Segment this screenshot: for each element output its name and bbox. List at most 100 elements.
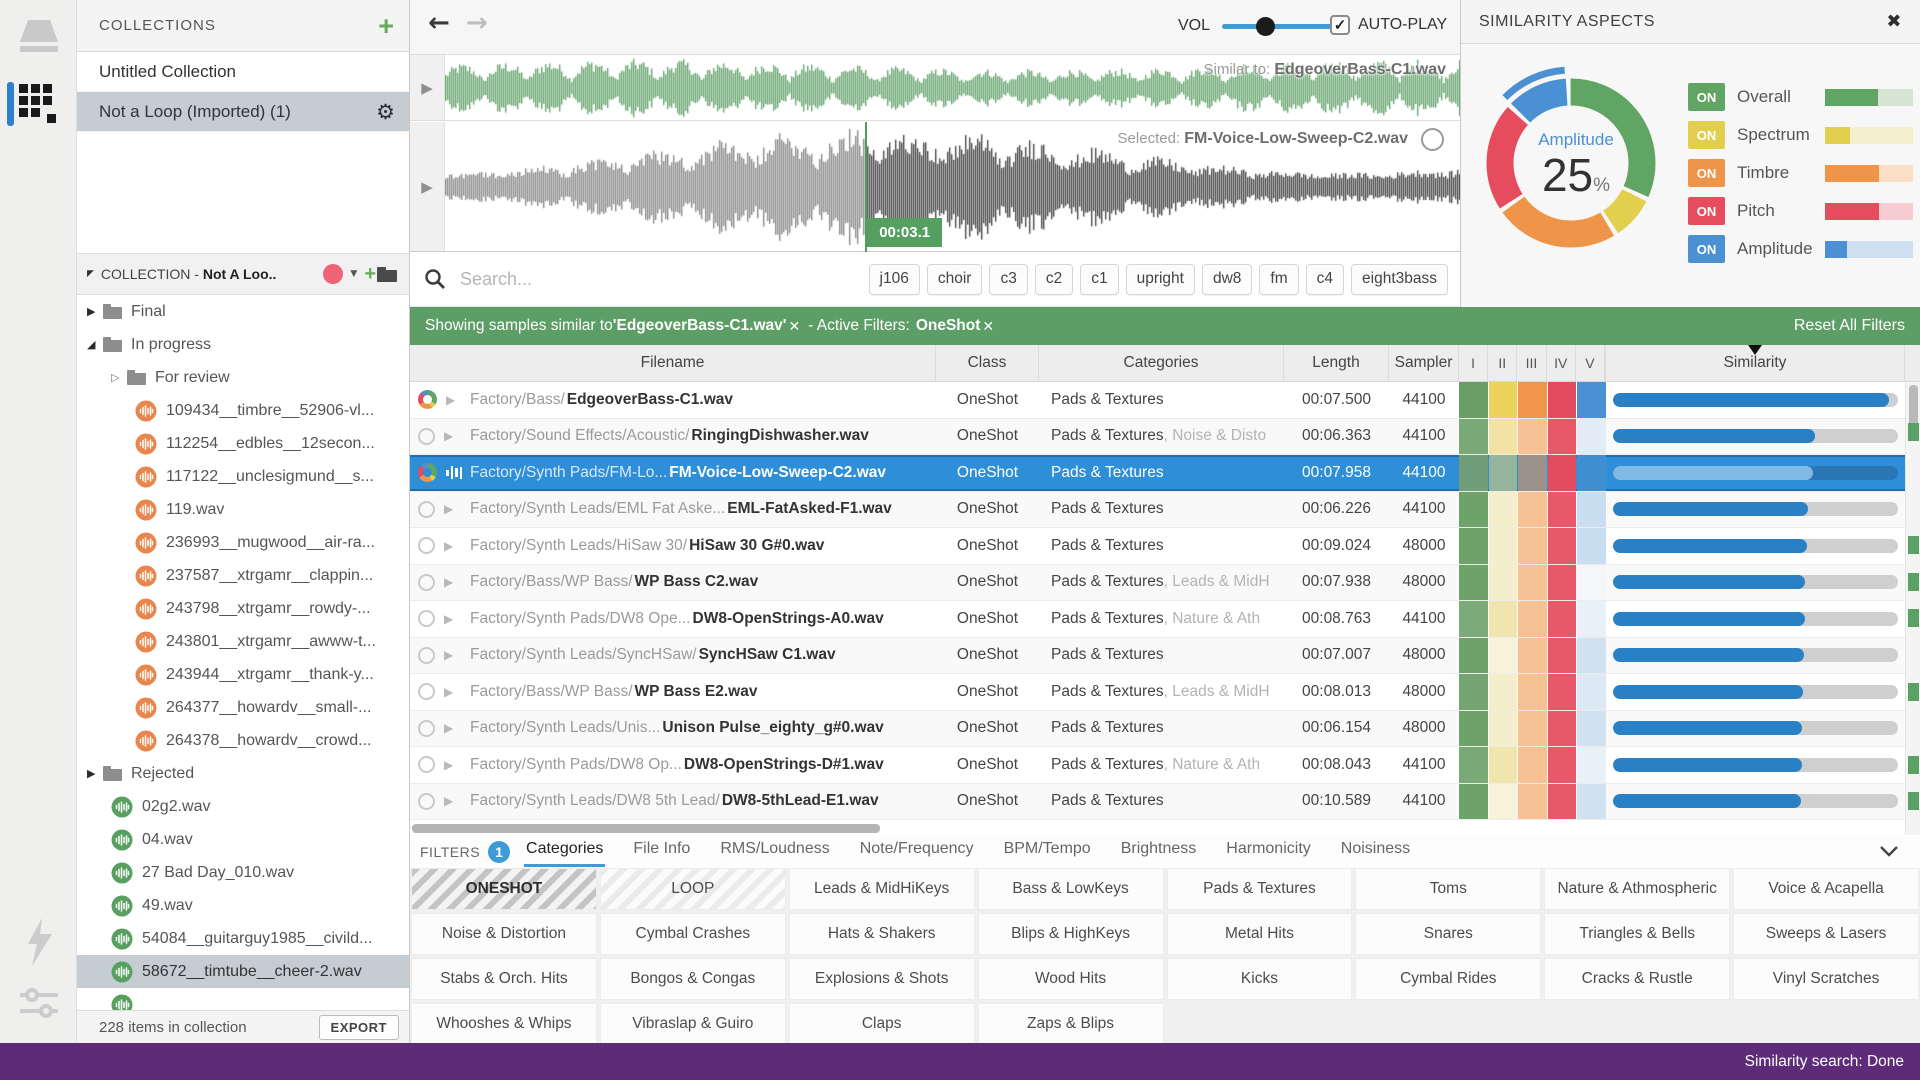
category-button[interactable]: LOOP: [600, 869, 785, 909]
row-select-circle[interactable]: [418, 537, 435, 555]
search-tag-chip[interactable]: c1: [1080, 263, 1119, 295]
category-button[interactable]: Nature & Athmospheric: [1545, 869, 1730, 909]
search-tag-chip[interactable]: upright: [1125, 263, 1195, 295]
category-button[interactable]: ONESHOT: [412, 869, 596, 909]
search-input[interactable]: Search...: [460, 269, 532, 290]
table-row[interactable]: ▶ Factory/Bass/WP Bass/ WP Bass C2.wav One…: [410, 564, 1920, 601]
aspect-on-toggle[interactable]: ON: [1688, 197, 1725, 225]
table-row[interactable]: ▶ Factory/Synth Pads/DW8 Op... DW8-OpenSt…: [410, 747, 1920, 784]
category-button[interactable]: Bass & LowKeys: [978, 869, 1163, 909]
remove-similarity-filter-icon[interactable]: ✕: [788, 318, 800, 335]
tree-file-item[interactable]: 264378__howardv__crowd...: [77, 724, 409, 757]
category-button[interactable]: Cymbal Crashes: [600, 914, 785, 954]
table-row[interactable]: ▶ Factory/Synth Leads/HiSaw 30/ HiSaw 30 …: [410, 528, 1920, 565]
category-button[interactable]: Vibraslap & Guiro: [600, 1004, 785, 1044]
aspect-on-toggle[interactable]: ON: [1688, 159, 1725, 187]
aspect-weight-slider[interactable]: [1825, 164, 1913, 182]
collapse-triangle-icon[interactable]: ◤: [87, 269, 94, 279]
back-arrow-button[interactable]: ←: [428, 8, 450, 38]
collection-tree-header[interactable]: ◤ COLLECTION - Not A Loo.. ▼ +: [77, 253, 409, 295]
tree-file-item[interactable]: 49.wav: [77, 889, 409, 922]
filter-tab-brightness[interactable]: Brightness: [1119, 836, 1199, 867]
row-select-circle[interactable]: [418, 719, 435, 737]
aspect-weight-slider[interactable]: [1825, 202, 1913, 220]
category-button[interactable]: Bongos & Congas: [600, 959, 785, 999]
tree-expand-arrow[interactable]: ▶: [87, 305, 103, 318]
add-folder-button[interactable]: +: [364, 263, 397, 286]
tree-folder-item[interactable]: ▷ For review: [77, 361, 409, 394]
row-select-circle[interactable]: [418, 427, 435, 445]
settings-sliders-icon[interactable]: [0, 985, 77, 1021]
tree-file-item[interactable]: 27 Bad Day_010.wav: [77, 856, 409, 889]
autoplay-control[interactable]: ✓ AUTO-PLAY: [1330, 15, 1447, 35]
aspect-weights-donut-chart[interactable]: [1461, 44, 1691, 284]
collections-view-icon[interactable]: [0, 84, 77, 126]
table-row[interactable]: ▶ Factory/Synth Leads/DW8 5th Lead/ DW8-5…: [410, 783, 1920, 820]
table-row[interactable]: ▶ Factory/Synth Leads/SyncHSaw/ SyncHSaw …: [410, 637, 1920, 674]
tree-file-item[interactable]: 243944__xtrgamr__thank-y...: [77, 658, 409, 691]
tree-folder-item[interactable]: ▶ Rejected: [77, 757, 409, 790]
tree-folder-item[interactable]: ▶ Final: [77, 295, 409, 328]
tree-folder-item[interactable]: ◢ In progress: [77, 328, 409, 361]
aspect-on-toggle[interactable]: ON: [1688, 83, 1725, 111]
row-play-icon[interactable]: ▶: [444, 502, 453, 516]
row-play-icon[interactable]: ▶: [446, 393, 455, 407]
column-header-length[interactable]: Length: [1284, 345, 1389, 381]
tree-file-item[interactable]: 02g2.wav: [77, 790, 409, 823]
row-select-circle[interactable]: [418, 792, 435, 810]
category-button[interactable]: Pads & Textures: [1167, 869, 1352, 909]
category-button[interactable]: Snares: [1356, 914, 1541, 954]
category-button[interactable]: Toms: [1356, 869, 1541, 909]
tree-file-item[interactable]: 112254__edbles__12secon...: [77, 427, 409, 460]
category-button[interactable]: Whooshes & Whips: [412, 1004, 596, 1044]
category-button[interactable]: Noise & Distortion: [412, 914, 596, 954]
tree-expand-arrow[interactable]: ▷: [111, 371, 127, 384]
filter-tab-harmonicity[interactable]: Harmonicity: [1224, 836, 1312, 867]
category-button[interactable]: Cracks & Rustle: [1545, 959, 1730, 999]
aspect-weight-slider[interactable]: [1825, 126, 1913, 144]
aspect-on-toggle[interactable]: ON: [1688, 235, 1725, 263]
table-row[interactable]: ▶ Factory/Bass/WP Bass/ WP Bass E2.wav One…: [410, 674, 1920, 711]
category-button[interactable]: Claps: [789, 1004, 974, 1044]
category-button[interactable]: Sweeps & Lasers: [1734, 914, 1918, 954]
category-button[interactable]: Vinyl Scratches: [1734, 959, 1918, 999]
row-select-circle[interactable]: [418, 756, 435, 774]
close-icon[interactable]: ✖: [1886, 11, 1902, 32]
vertical-scrollbar[interactable]: [1905, 382, 1920, 835]
autoplay-checkbox[interactable]: ✓: [1330, 15, 1350, 35]
heat-column-letter[interactable]: II: [1488, 345, 1518, 381]
volume-slider[interactable]: [1222, 17, 1334, 36]
collection-color-dot[interactable]: [323, 264, 344, 284]
chevron-down-icon[interactable]: ▼: [350, 269, 357, 279]
collection-item-selected[interactable]: Not a Loop (Imported) (1) ⚙: [77, 92, 409, 132]
heat-column-letter[interactable]: V: [1576, 345, 1605, 381]
table-row[interactable]: ▶ Factory/Synth Pads/DW8 Ope... DW8-OpenS…: [410, 601, 1920, 638]
reset-all-filters-button[interactable]: Reset All Filters: [1794, 317, 1905, 335]
search-tag-chip[interactable]: eight3bass: [1351, 263, 1448, 295]
table-row[interactable]: ▶ Factory/Synth Leads/Unis... Unison Pulse…: [410, 710, 1920, 747]
row-play-icon[interactable]: ▶: [444, 575, 453, 589]
column-header-samplerate[interactable]: Sampler: [1389, 345, 1459, 381]
column-header-similarity[interactable]: Similarity: [1606, 345, 1905, 381]
tree-file-item[interactable]: 236993__mugwood__air-ra...: [77, 526, 409, 559]
play-similar-button[interactable]: ▶: [410, 55, 445, 120]
tree-expand-arrow[interactable]: ▶: [87, 767, 103, 780]
row-select-circle[interactable]: [418, 610, 435, 628]
category-button[interactable]: Voice & Acapella: [1734, 869, 1918, 909]
category-button[interactable]: Kicks: [1167, 959, 1352, 999]
table-row[interactable]: Factory/Synth Pads/FM-Lo... FM-Voice-Low-…: [410, 455, 1920, 492]
row-play-icon[interactable]: ▶: [444, 612, 453, 626]
search-tag-chip[interactable]: c4: [1305, 263, 1345, 295]
aspect-on-toggle[interactable]: ON: [1688, 121, 1725, 149]
tree-file-item[interactable]: 54084__guitarguy1985__civild...: [77, 922, 409, 955]
gear-icon[interactable]: ⚙: [376, 100, 395, 124]
search-tag-chip[interactable]: j106: [868, 263, 920, 295]
filter-tab-file-info[interactable]: File Info: [631, 836, 692, 867]
row-select-circle[interactable]: [418, 573, 435, 591]
tree-file-item[interactable]: [77, 988, 409, 1010]
tree-file-item[interactable]: 117122__unclesigmund__s...: [77, 460, 409, 493]
row-select-circle[interactable]: [418, 683, 435, 701]
row-play-icon[interactable]: ▶: [444, 685, 453, 699]
category-button[interactable]: Metal Hits: [1167, 914, 1352, 954]
row-play-icon[interactable]: ▶: [444, 794, 453, 808]
